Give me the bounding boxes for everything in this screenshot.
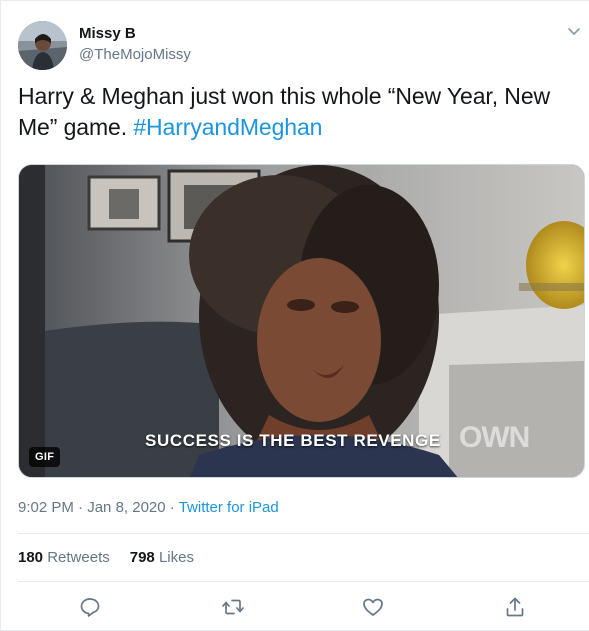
- divider: [18, 581, 589, 582]
- reply-icon[interactable]: [78, 595, 102, 619]
- share-icon[interactable]: [503, 595, 527, 619]
- chevron-down-icon[interactable]: [566, 23, 582, 39]
- author-name[interactable]: Missy B: [79, 25, 136, 42]
- hashtag-link[interactable]: #HarryandMeghan: [133, 114, 322, 140]
- divider: [18, 533, 589, 534]
- tweet-card: Missy B @TheMojoMissy Harry & Meghan jus…: [0, 0, 589, 631]
- tweet-time[interactable]: 9:02 PM: [18, 499, 74, 516]
- action-bar: [1, 595, 589, 619]
- avatar[interactable]: [18, 21, 67, 70]
- likes-label: Likes: [158, 549, 194, 566]
- retweets-label: Retweets: [47, 549, 110, 566]
- retweets-count: 180: [18, 549, 44, 566]
- tweet-stats: 180 Retweets 798 Likes: [18, 549, 194, 566]
- gif-caption: SUCCESS IS THE BEST REVENGE: [145, 431, 441, 450]
- tweet-meta: 9:02 PM · Jan 8, 2020 · Twitter for iPad: [18, 499, 279, 516]
- network-watermark: OWN: [459, 421, 530, 454]
- likes-count: 798: [129, 549, 155, 566]
- tweet-date[interactable]: Jan 8, 2020: [87, 499, 165, 516]
- tweet-source-link[interactable]: Twitter for iPad: [179, 499, 279, 516]
- gif-media[interactable]: SUCCESS IS THE BEST REVENGE OWN GIF: [18, 164, 585, 478]
- likes-stat[interactable]: 798 Likes: [130, 549, 194, 566]
- tweet-text: Harry & Meghan just won this whole “New …: [18, 81, 578, 143]
- gif-badge: GIF: [29, 447, 61, 467]
- like-icon[interactable]: [361, 595, 385, 619]
- retweets-stat[interactable]: 180 Retweets: [18, 549, 110, 566]
- retweet-icon[interactable]: [221, 595, 245, 619]
- meta-separator: ·: [73, 499, 88, 516]
- author-handle[interactable]: @TheMojoMissy: [79, 46, 191, 63]
- meta-separator: ·: [165, 499, 179, 516]
